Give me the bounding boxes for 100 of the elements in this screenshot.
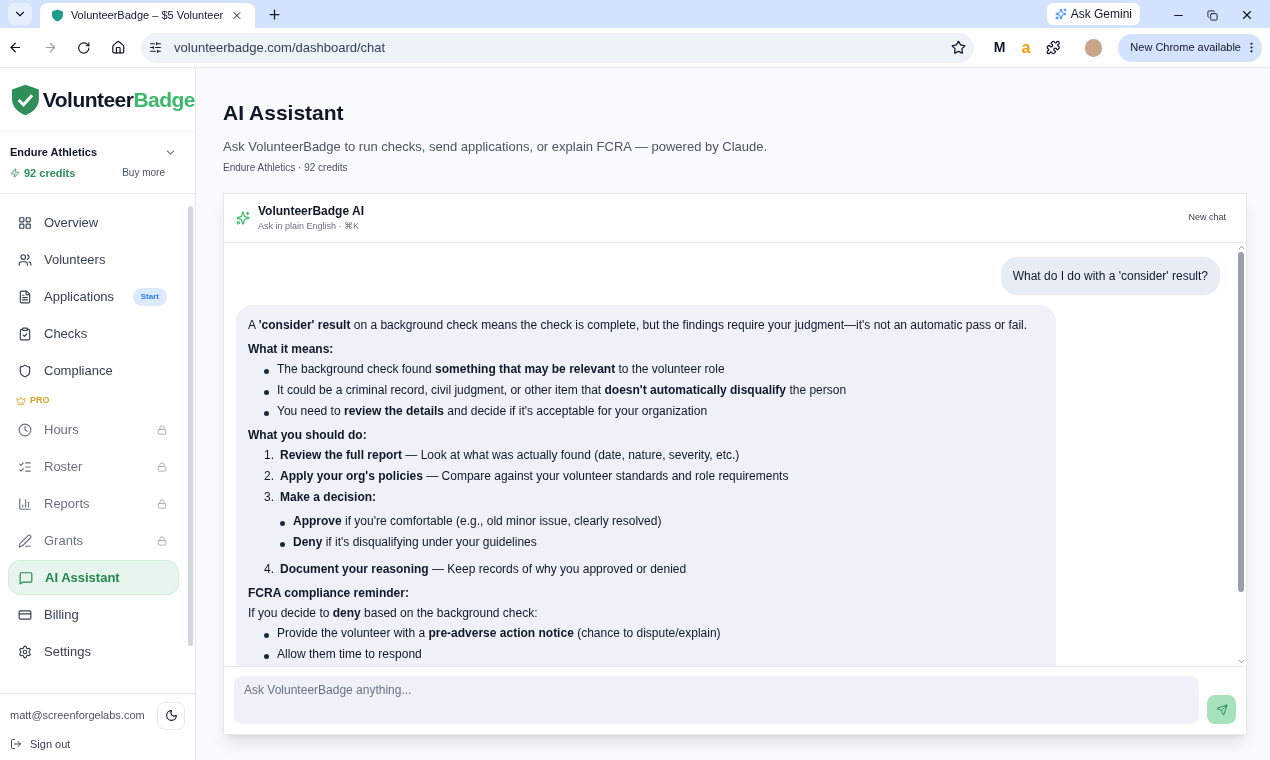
url-text: volunteerbadge.com/dashboard/chat <box>174 38 387 57</box>
bullet-item: You need to review the details and decide if it's acceptable for your organization <box>277 403 708 419</box>
nav-item[interactable]: Roster <box>8 449 179 484</box>
nav-item[interactable]: Grants <box>8 523 179 558</box>
restore-icon[interactable] <box>1207 9 1218 21</box>
speech-bubble-icon <box>19 570 33 585</box>
crown-icon <box>16 396 26 406</box>
section-label: PRO <box>30 394 50 408</box>
send-button[interactable] <box>1207 695 1236 724</box>
new-tab-icon[interactable] <box>267 7 282 22</box>
document-icon <box>18 289 32 304</box>
bullet-icon <box>264 411 269 416</box>
back-icon[interactable] <box>8 40 23 55</box>
update-button[interactable]: New Chrome available <box>1118 33 1262 62</box>
nav-item[interactable]: Applications Start <box>8 279 179 314</box>
email-text: matt@screenforgelabs.com <box>10 708 145 724</box>
nav-item[interactable]: Checks <box>8 316 179 351</box>
numbered-item: Make a decision: <box>280 489 377 505</box>
lock-icon <box>157 535 167 546</box>
clipboard-icon <box>18 326 32 341</box>
close-icon[interactable] <box>1240 8 1254 22</box>
shield-icon <box>52 9 63 22</box>
message-input-field[interactable]: Ask VolunteerBadge anything... <box>234 676 1199 724</box>
nav-item[interactable]: AI Assistant <box>8 560 179 595</box>
nav-item[interactable]: Overview <box>8 205 179 240</box>
star-icon[interactable] <box>950 40 966 55</box>
logo-shield-icon <box>12 83 39 116</box>
numbered-item: Document your reasoning — Keep records of why you approved or denied <box>280 561 687 577</box>
home-icon[interactable] <box>110 40 126 55</box>
message-heading: What you should do: <box>248 428 367 442</box>
forward-icon[interactable] <box>42 40 58 55</box>
page-title: AI Assistant <box>223 100 345 126</box>
chat-hint: Ask in plain English · ⌘K <box>258 220 361 234</box>
bullet-item: Deny if it's disqualifying under your guidelines <box>293 534 537 550</box>
user-message: What do I do with a 'consider' result? <box>1000 257 1220 295</box>
shield-icon <box>18 363 32 378</box>
sign-out-link[interactable]: Sign out <box>10 735 185 752</box>
checklist-icon <box>18 459 32 474</box>
start-badge: Start <box>132 287 167 306</box>
message-paragraph: If you decide to deny based on the background check: <box>248 606 538 620</box>
browser-tab[interactable]: VolunteerBadge – $5 Volunteer <box>40 3 255 28</box>
nav-item[interactable]: Billing <box>8 597 179 632</box>
nav-item[interactable]: Volunteers <box>8 242 179 277</box>
credits-text: 92 credits <box>24 165 76 181</box>
bullet-icon <box>280 542 285 547</box>
list-number: 1. <box>264 447 275 463</box>
bullet-icon <box>264 633 269 638</box>
bullet-icon <box>264 390 269 395</box>
lightning-icon <box>10 167 20 178</box>
lock-icon <box>157 498 167 509</box>
lock-icon <box>157 424 167 435</box>
bullet-item: Allow them time to respond <box>277 646 422 662</box>
card-icon <box>18 607 32 622</box>
chat-title: VolunteerBadge AI <box>258 203 365 221</box>
buy-more-link[interactable]: Buy more <box>122 165 165 181</box>
org-name[interactable]: Endure Athletics <box>10 144 97 161</box>
nav-item[interactable]: Hours <box>8 412 179 447</box>
reload-icon[interactable] <box>77 40 91 55</box>
message-heading: FCRA compliance reminder: <box>248 586 409 600</box>
settings-icon <box>18 644 32 659</box>
pen-icon <box>18 533 32 548</box>
nav-item[interactable]: Compliance <box>8 353 179 388</box>
sparkle-icon <box>236 211 250 225</box>
nav-item[interactable]: Reports <box>8 486 179 521</box>
address-bar[interactable]: volunteerbadge.com/dashboard/chat <box>141 32 974 63</box>
moon-icon <box>164 709 178 722</box>
lock-icon <box>157 461 167 472</box>
bullet-icon <box>264 369 269 374</box>
new-chat-button[interactable]: New chat <box>1188 211 1226 225</box>
clock-icon <box>18 422 32 437</box>
numbered-item: Apply your org's policies — Compare against your volunteer standards and role requirements <box>280 468 789 484</box>
bullet-item: The background check found something that may be relevant to the volunteer role <box>277 361 725 377</box>
list-number: 3. <box>264 489 275 505</box>
people-icon <box>18 252 32 267</box>
page-meta: Endure Athletics · 92 credits <box>223 161 349 175</box>
gemini-button[interactable]: Ask Gemini <box>1046 3 1140 25</box>
tab-list-button[interactable] <box>8 3 32 25</box>
extension-icon[interactable]: M <box>993 37 1006 58</box>
send-icon <box>1215 703 1228 716</box>
page-subtitle: Ask VolunteerBadge to run checks, send applications, or explain FCRA — powered by Claude. <box>223 137 769 156</box>
nav-item[interactable]: Settings <box>8 634 179 669</box>
sign-out-icon <box>10 737 22 750</box>
list-number: 4. <box>264 561 275 577</box>
numbered-item: Review the full report — Look at what was actually found (date, nature, severity, etc.) <box>280 447 740 463</box>
tab-title: VolunteerBadge – $5 Volunteer <box>70 8 224 24</box>
theme-toggle-button[interactable] <box>157 701 185 730</box>
list-number: 2. <box>264 468 275 484</box>
grid-icon <box>18 215 32 230</box>
bar-chart-icon <box>18 496 32 511</box>
bullet-item: Approve if you're comfortable (e.g., old minor issue, clearly resolved) <box>293 513 662 529</box>
bullet-item: It could be a criminal record, civil judgment, or other item that doesn't automatically disqualify the person <box>277 382 847 398</box>
message-paragraph: A 'consider' result on a background check means the check is complete, but the findings require your judgment—it's not an automatic pass or fail. <box>248 318 1028 332</box>
message-heading: What it means: <box>248 342 334 356</box>
bullet-icon <box>280 521 285 526</box>
site-settings-icon <box>149 41 163 54</box>
logo-text: VolunteerBadge <box>42 86 195 113</box>
sparkle-icon <box>1054 8 1067 20</box>
bullet-icon <box>264 654 269 659</box>
extensions-icon[interactable] <box>1046 40 1061 55</box>
bullet-item: Provide the volunteer with a pre-adverse action notice (chance to dispute/explain) <box>277 625 721 641</box>
